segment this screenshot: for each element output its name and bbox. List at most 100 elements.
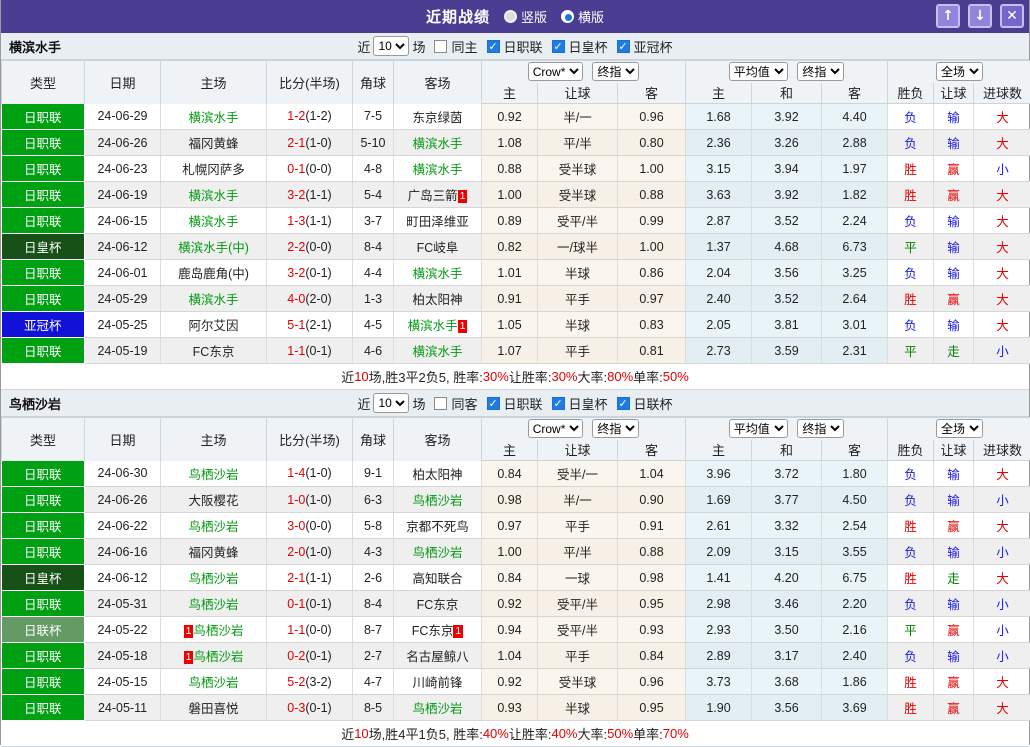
summary-segment: 40% bbox=[551, 726, 577, 741]
table-row: 日职联24-06-29横滨水手1-2(1-2)7-5东京绿茵0.92半/一0.9… bbox=[2, 104, 1030, 130]
avg-away-odds: 3.25 bbox=[822, 260, 888, 286]
close-button[interactable]: ✕ bbox=[1000, 4, 1024, 28]
summary-segment: 场,胜4平1负5, 胜率: bbox=[369, 724, 483, 743]
match-count-select[interactable]: 10 bbox=[373, 393, 409, 413]
goals-result-cell: 小 bbox=[974, 338, 1030, 364]
team-name-title: 鸟栖沙岩 bbox=[9, 394, 61, 413]
half-time-score: (3-2) bbox=[305, 675, 331, 689]
odds-home: 0.98 bbox=[482, 487, 538, 513]
match-date: 24-05-25 bbox=[85, 312, 161, 338]
handicap-result-cell: 输 bbox=[934, 591, 974, 617]
league-badge: 日皇杯 bbox=[2, 234, 85, 260]
score-cell: 1-1(0-0) bbox=[267, 617, 353, 643]
same-venue-checkbox[interactable] bbox=[434, 40, 447, 53]
match-date: 24-06-23 bbox=[85, 156, 161, 182]
away-team-name: FC东京 bbox=[412, 624, 454, 638]
avg-home-odds: 1.90 bbox=[686, 695, 752, 721]
handicap-result-cell: 赢 bbox=[934, 182, 974, 208]
home-team-cell: 福冈黄蜂 bbox=[161, 539, 267, 565]
avg-home-odds: 2.40 bbox=[686, 286, 752, 312]
goals-result-cell: 小 bbox=[974, 591, 1030, 617]
competition-checkbox-emperors-cup[interactable] bbox=[552, 40, 565, 53]
col-header-handicap-result: 让球 bbox=[934, 83, 974, 104]
final-odds-select-2[interactable]: 终指 bbox=[797, 419, 844, 438]
handicap-result-cell: 赢 bbox=[934, 695, 974, 721]
home-team-cell: 阿尔艾因 bbox=[161, 312, 267, 338]
corner-count: 1-3 bbox=[353, 286, 394, 312]
competition-checkbox-league-cup[interactable] bbox=[617, 397, 630, 410]
corner-count: 6-3 bbox=[353, 487, 394, 513]
away-team-cell: 横滨水手1 bbox=[394, 312, 482, 338]
away-team-cell: 横滨水手 bbox=[394, 130, 482, 156]
window-controls: ↑ ↓ ✕ bbox=[936, 4, 1024, 28]
average-select[interactable]: 平均值 bbox=[729, 419, 788, 438]
handicap-line: 受平/半 bbox=[538, 591, 618, 617]
same-venue-checkbox[interactable] bbox=[434, 397, 447, 410]
rank-badge: 1 bbox=[184, 625, 194, 638]
half-time-score: (2-1) bbox=[305, 318, 331, 332]
avg-away-odds: 4.40 bbox=[822, 104, 888, 130]
rank-badge: 1 bbox=[458, 190, 468, 203]
handicap-line: 半球 bbox=[538, 312, 618, 338]
odds-away: 0.81 bbox=[618, 338, 686, 364]
result-cell: 负 bbox=[888, 591, 934, 617]
away-team-cell: FC东京1 bbox=[394, 617, 482, 643]
home-team-name: FC东京 bbox=[193, 345, 235, 359]
competition-checkbox-emperors-cup[interactable] bbox=[552, 397, 565, 410]
scope-select[interactable]: 全场 bbox=[936, 62, 983, 81]
competition-label: 日职联 bbox=[504, 394, 543, 413]
home-team-cell: 横滨水手 bbox=[161, 208, 267, 234]
table-row: 日职联24-05-29横滨水手4-0(2-0)1-3柏太阳神0.91平手0.97… bbox=[2, 286, 1030, 312]
summary-segment: 场,胜3平2负5, 胜率: bbox=[369, 367, 483, 386]
away-team-name: 鸟栖沙岩 bbox=[412, 702, 462, 716]
final-odds-select-1[interactable]: 终指 bbox=[592, 62, 639, 81]
result-cell: 胜 bbox=[888, 513, 934, 539]
home-team-name: 横滨水手 bbox=[188, 215, 238, 229]
match-date: 24-06-26 bbox=[85, 487, 161, 513]
avg-away-odds: 4.50 bbox=[822, 487, 888, 513]
avg-home-odds: 2.61 bbox=[686, 513, 752, 539]
radio-unselected-icon[interactable] bbox=[504, 10, 517, 23]
odds-home: 1.04 bbox=[482, 643, 538, 669]
match-count-select[interactable]: 10 bbox=[373, 36, 409, 56]
col-header-avg-away: 客 bbox=[822, 440, 888, 461]
odds-home: 0.92 bbox=[482, 669, 538, 695]
result-cell: 平 bbox=[888, 338, 934, 364]
score-cell: 0-2(0-1) bbox=[267, 643, 353, 669]
bookmaker-select[interactable]: Crow* bbox=[528, 419, 583, 438]
goals-result-cell: 大 bbox=[974, 286, 1030, 312]
competition-checkbox-jleague[interactable] bbox=[487, 40, 500, 53]
full-time-score: 0-2 bbox=[287, 649, 305, 663]
final-odds-select-2[interactable]: 终指 bbox=[797, 62, 844, 81]
move-up-button[interactable]: ↑ bbox=[936, 4, 960, 28]
bookmaker-select[interactable]: Crow* bbox=[528, 62, 583, 81]
avg-home-odds: 3.15 bbox=[686, 156, 752, 182]
radio-vertical-layout[interactable]: 竖版 bbox=[504, 7, 547, 26]
scope-select[interactable]: 全场 bbox=[936, 419, 983, 438]
home-team-name: 札幌冈萨多 bbox=[182, 163, 245, 177]
summary-segment: 单率: bbox=[633, 724, 663, 743]
league-badge: 日职联 bbox=[2, 156, 85, 182]
table-row: 日职联24-06-26福冈黄蜂2-1(1-0)5-10横滨水手1.08平/半0.… bbox=[2, 130, 1030, 156]
summary-segment: 近 bbox=[341, 367, 354, 386]
odds-away: 0.88 bbox=[618, 539, 686, 565]
col-header-score: 比分(半场) bbox=[267, 61, 353, 104]
average-select[interactable]: 平均值 bbox=[729, 62, 788, 81]
full-time-score: 2-1 bbox=[287, 571, 305, 585]
col-header-odds-away: 客 bbox=[618, 83, 686, 104]
move-down-button[interactable]: ↓ bbox=[968, 4, 992, 28]
competition-checkbox-jleague[interactable] bbox=[487, 397, 500, 410]
competition-checkbox-acl[interactable] bbox=[617, 40, 630, 53]
match-date: 24-06-29 bbox=[85, 104, 161, 130]
radio-selected-icon[interactable] bbox=[561, 10, 574, 23]
odds-home: 0.93 bbox=[482, 695, 538, 721]
corner-count: 5-4 bbox=[353, 182, 394, 208]
away-team-name: 京都不死鸟 bbox=[406, 520, 469, 534]
away-team-cell: 鸟栖沙岩 bbox=[394, 539, 482, 565]
away-team-name: 高知联合 bbox=[412, 572, 462, 586]
radio-horizontal-layout[interactable]: 横版 bbox=[561, 7, 604, 26]
table-row: 亚冠杯24-05-25阿尔艾因5-1(2-1)4-5横滨水手11.05半球0.8… bbox=[2, 312, 1030, 338]
odds-away: 0.84 bbox=[618, 643, 686, 669]
full-time-score: 1-2 bbox=[287, 109, 305, 123]
final-odds-select-1[interactable]: 终指 bbox=[592, 419, 639, 438]
